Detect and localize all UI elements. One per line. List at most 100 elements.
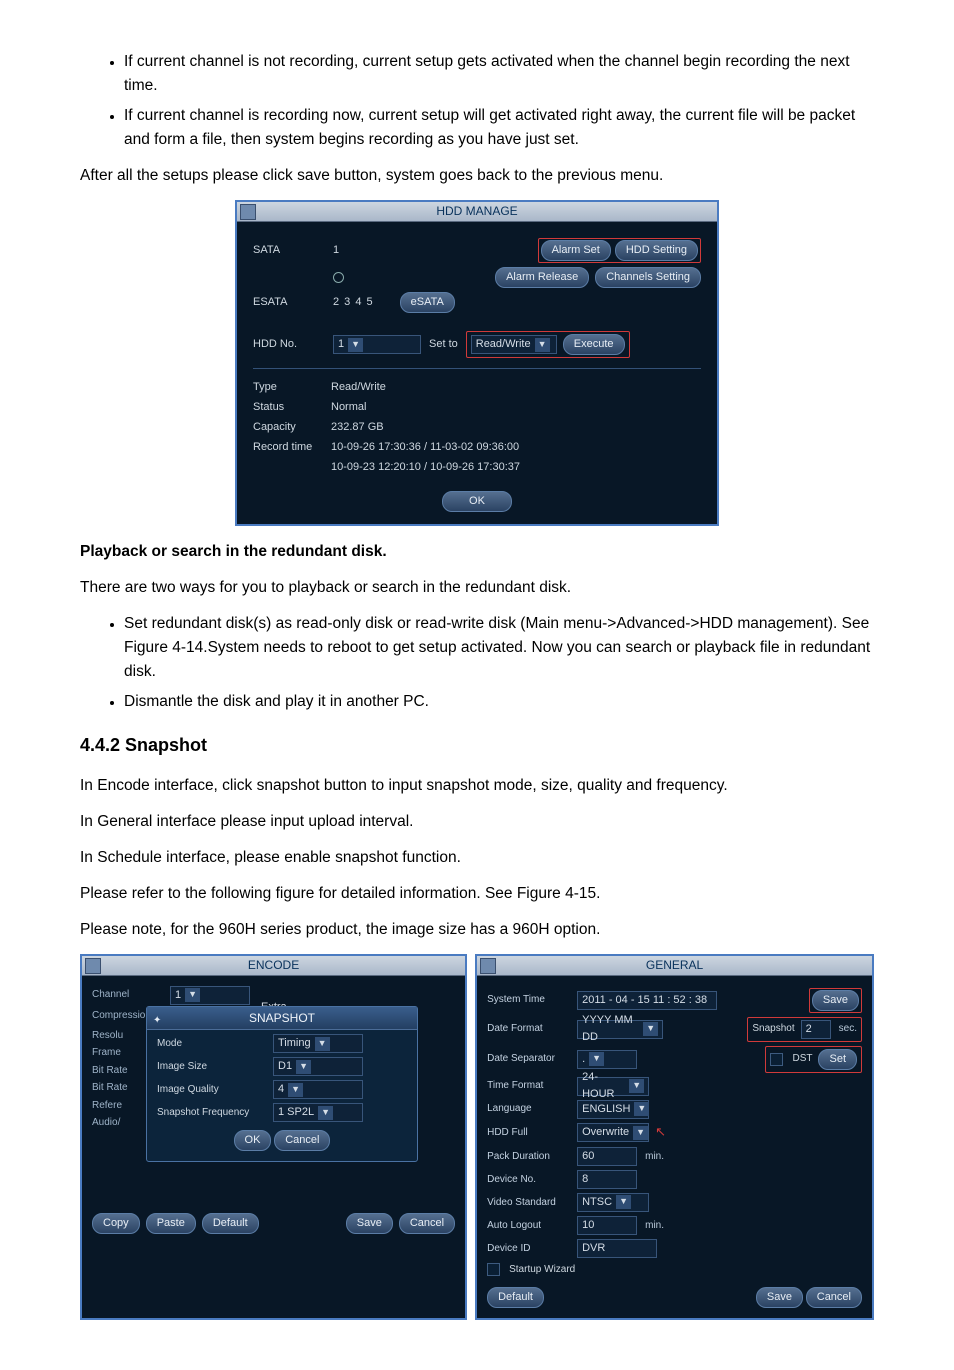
chevron-down-icon: ▼ [535,338,550,352]
save-time-button[interactable]: Save [812,990,859,1011]
status-label: Status [253,399,331,416]
record-time-label: Record time [253,439,331,456]
list-item: If current channel is not recording, cur… [124,50,874,98]
section-heading: 4.4.2 Snapshot [80,732,874,760]
device-no-label: Device No. [487,1172,571,1188]
chevron-down-icon: ▼ [315,1037,330,1051]
default-button[interactable]: Default [202,1213,259,1234]
startup-wizard-checkbox[interactable] [487,1263,500,1276]
paragraph: In Encode interface, click snapshot butt… [80,774,874,798]
chevron-down-icon: ▼ [634,1102,649,1116]
startup-wizard-label: Startup Wizard [509,1262,575,1278]
device-id-label: Device ID [487,1241,571,1257]
capacity-label: Capacity [253,419,331,436]
sata-num: 1 [333,242,339,259]
mid-bullets: Set redundant disk(s) as read-only disk … [80,612,874,714]
date-format-select[interactable]: YYYY MM DD▼ [577,1020,663,1039]
modal-icon: ✦ [153,1013,161,1029]
alarm-set-button[interactable]: Alarm Set [541,240,611,261]
system-time-input[interactable]: 2011 - 04 - 15 11 : 52 : 38 [577,991,717,1010]
dialog-titlebar: GENERAL [477,956,872,976]
record-time-value: 10-09-26 17:30:36 / 11-03-02 09:36:00 [331,439,519,456]
chevron-down-icon: ▼ [296,1060,311,1074]
dialog-titlebar: HDD MANAGE [237,202,717,222]
save-button[interactable]: Save [756,1287,803,1308]
date-separator-select[interactable]: .▼ [577,1050,637,1069]
snapshot-interval-input[interactable]: 2 [801,1020,831,1039]
general-dialog: GENERAL System Time 2011 - 04 - 15 11 : … [475,954,874,1321]
modal-title: SNAPSHOT [147,1007,417,1031]
ok-button[interactable]: OK [442,491,512,512]
paragraph: After all the setups please click save b… [80,164,874,188]
alarm-release-button[interactable]: Alarm Release [495,267,589,288]
language-label: Language [487,1101,571,1117]
date-format-label: Date Format [487,1021,571,1037]
language-select[interactable]: ENGLISH▼ [577,1100,649,1119]
hdd-full-select[interactable]: Overwrite▼ [577,1123,649,1142]
image-size-label: Image Size [157,1059,267,1075]
list-item: If current channel is recording now, cur… [124,104,874,152]
chevron-down-icon: ▼ [633,1126,648,1140]
type-value: Read/Write [331,379,386,396]
mode-label: Mode [157,1036,267,1052]
video-standard-label: Video Standard [487,1195,571,1211]
time-format-select[interactable]: 24-HOUR▼ [577,1077,649,1096]
paragraph: Please note, for the 960H series product… [80,918,874,942]
chevron-down-icon: ▼ [318,1106,333,1120]
device-id-input[interactable]: DVR [577,1239,657,1258]
dst-checkbox[interactable] [770,1053,783,1066]
list-item: Set redundant disk(s) as read-only disk … [124,612,874,684]
dialog-titlebar: ENCODE [82,956,465,976]
mode-select[interactable]: Timing▼ [273,1034,363,1053]
dst-label: DST [792,1051,812,1067]
dst-set-button[interactable]: Set [818,1049,857,1070]
paragraph: In Schedule interface, please enable sna… [80,846,874,870]
hdd-full-label: HDD Full [487,1125,571,1141]
cancel-button[interactable]: Cancel [399,1213,455,1234]
video-standard-select[interactable]: NTSC▼ [577,1193,649,1212]
channels-setting-button[interactable]: Channels Setting [595,267,701,288]
esata-button[interactable]: eSATA [400,292,455,313]
image-size-select[interactable]: D1▼ [273,1057,363,1076]
cancel-button[interactable]: Cancel [806,1287,862,1308]
modal-cancel-button[interactable]: Cancel [274,1130,330,1151]
copy-button[interactable]: Copy [92,1213,140,1234]
channel-select[interactable]: 1▼ [170,986,250,1005]
hdd-no-label: HDD No. [253,336,325,353]
system-time-label: System Time [487,992,571,1008]
paragraph: In General interface please input upload… [80,810,874,834]
chevron-down-icon: ▼ [616,1195,631,1209]
status-indicator-icon [333,272,344,283]
record-time-value-2: 10-09-23 12:20:10 / 10-09-26 17:30:37 [331,459,520,476]
date-separator-label: Date Separator [487,1051,571,1067]
snapshot-frequency-label: Snapshot Frequency [157,1105,267,1121]
set-to-select[interactable]: Read/Write ▼ [471,335,557,354]
image-quality-select[interactable]: 4▼ [273,1080,363,1099]
sec-label: sec. [839,1021,857,1037]
chevron-down-icon: ▼ [589,1052,604,1066]
snapshot-modal: SNAPSHOT ✦ Mode Timing▼ Image Size D1▼ I… [146,1006,418,1163]
image-quality-label: Image Quality [157,1082,267,1098]
device-no-input[interactable]: 8 [577,1170,637,1189]
modal-ok-button[interactable]: OK [234,1130,272,1151]
hdd-no-select[interactable]: 1 ▼ [333,335,421,354]
esata-nums: 2 3 4 5 [333,294,374,311]
esata-label: ESATA [253,294,325,311]
list-item: Dismantle the disk and play it in anothe… [124,690,874,714]
chevron-down-icon: ▼ [288,1083,303,1097]
pointer-arrow-icon: ↖ [655,1122,666,1142]
execute-button[interactable]: Execute [563,334,625,355]
paragraph: There are two ways for you to playback o… [80,576,874,600]
dialog-title: HDD MANAGE [436,204,517,218]
save-button[interactable]: Save [346,1213,393,1234]
default-button[interactable]: Default [487,1287,544,1308]
auto-logout-label: Auto Logout [487,1218,571,1234]
type-label: Type [253,379,331,396]
paste-button[interactable]: Paste [146,1213,196,1234]
snapshot-frequency-select[interactable]: 1 SP2L▼ [273,1103,363,1122]
auto-logout-input[interactable]: 10 [577,1216,637,1235]
pack-duration-input[interactable]: 60 [577,1147,637,1166]
window-icon [240,204,256,220]
hdd-manage-dialog: HDD MANAGE SATA 1 Alarm Set HDD Setting … [235,200,719,525]
hdd-setting-button[interactable]: HDD Setting [615,240,698,261]
